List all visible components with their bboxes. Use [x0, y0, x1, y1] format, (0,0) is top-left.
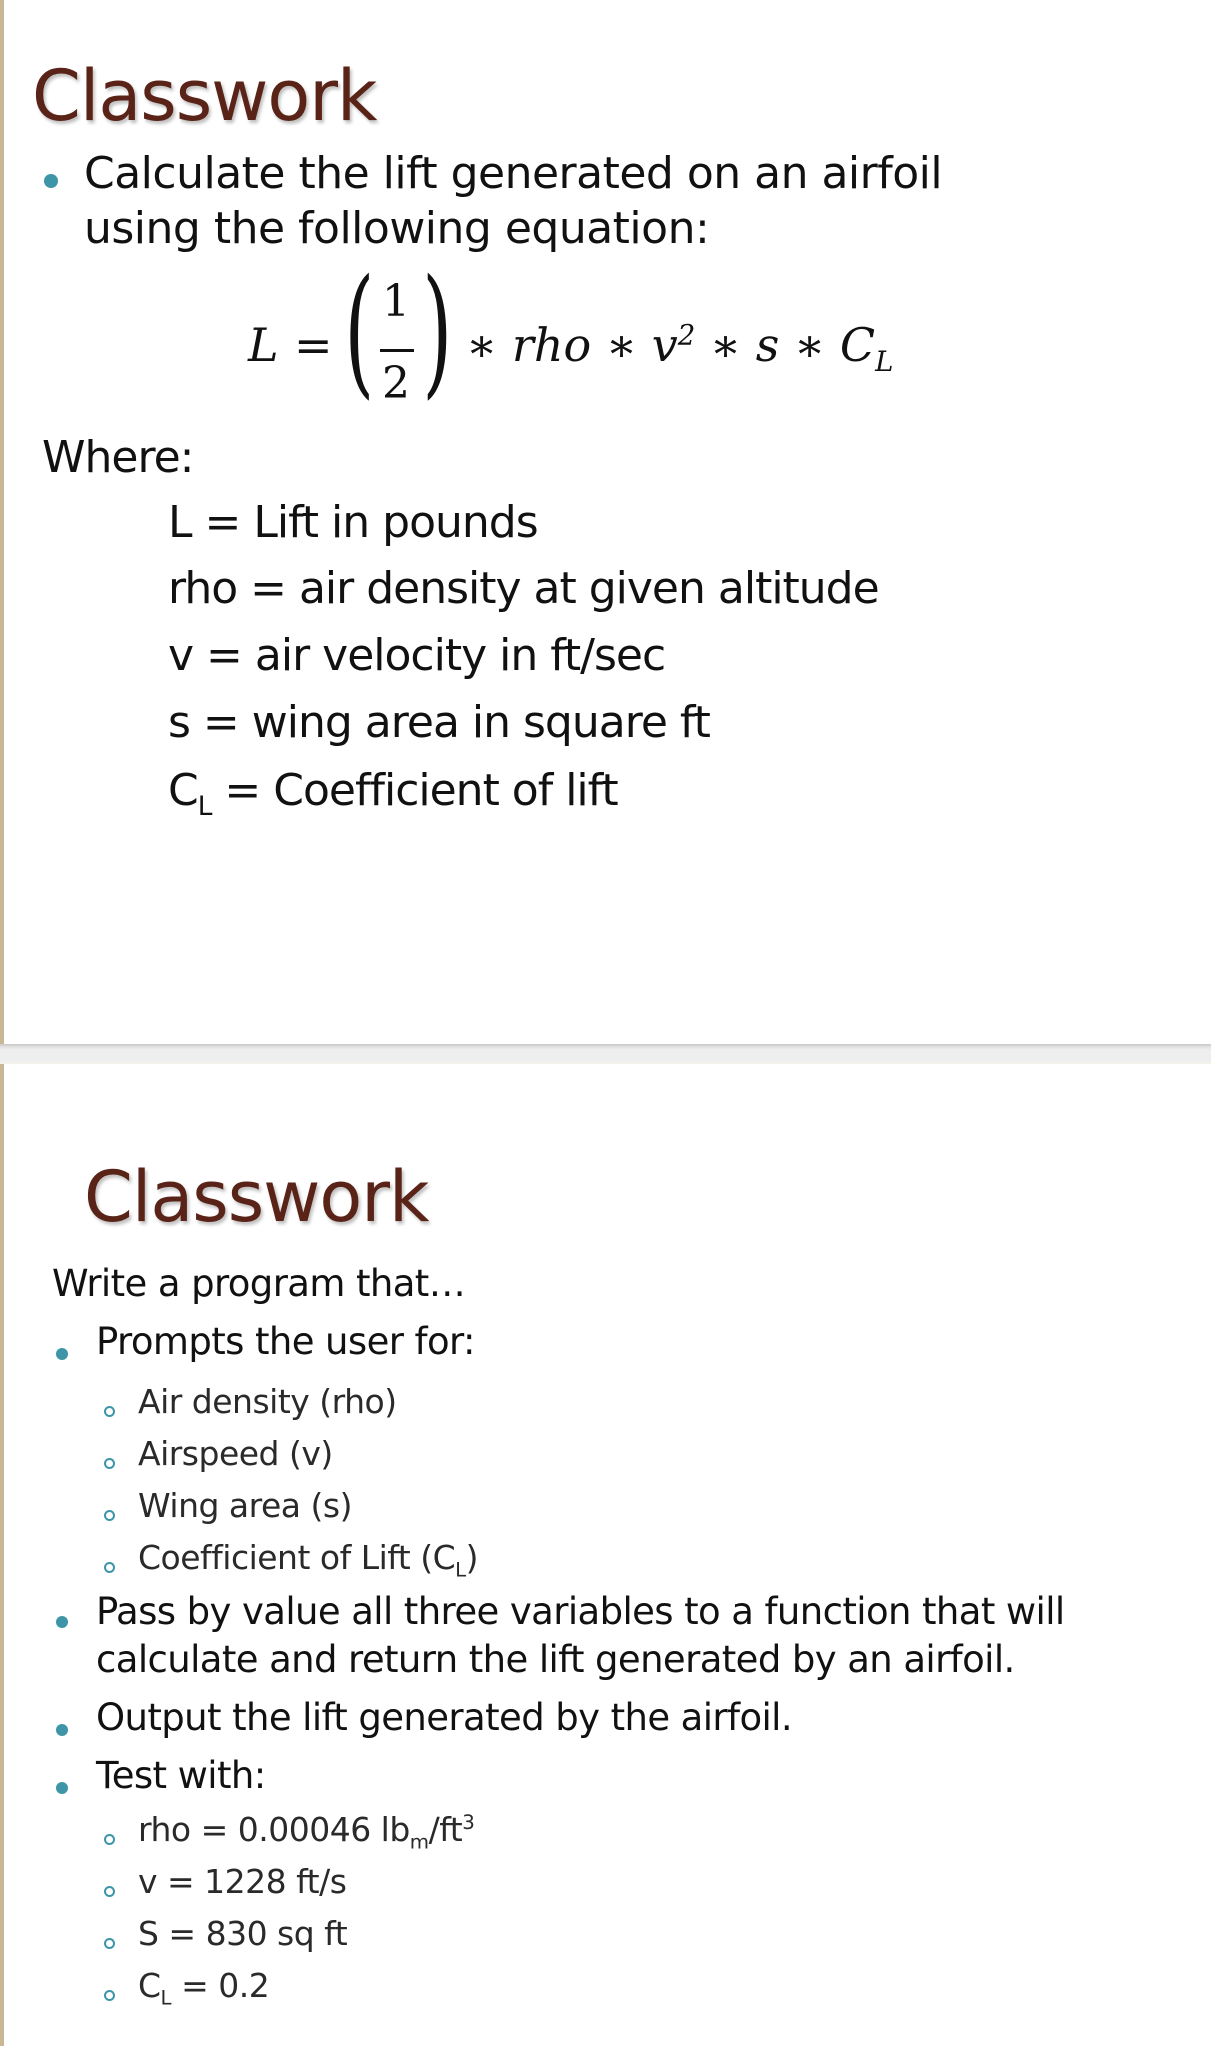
- definition-wing-area: s = wing area in square ft: [168, 697, 711, 748]
- bullet-text-line-1: Calculate the lift generated on an airfo…: [84, 148, 943, 199]
- equation-rhs: ∗ rho ∗ v2 ∗ s ∗ CL: [466, 318, 894, 379]
- sub-bullet-icon: [104, 1562, 115, 1573]
- bullet-icon: [56, 1616, 68, 1628]
- sub-bullet-icon: [104, 1886, 115, 1897]
- bullet-prompts: Prompts the user for:: [96, 1320, 475, 1363]
- fraction-bar: [380, 349, 414, 352]
- sub-bullet-icon: [104, 1938, 115, 1949]
- slide-2: Classwork Write a program that… Prompts …: [0, 1064, 1211, 2046]
- bullet-icon: [56, 1782, 68, 1794]
- left-paren: (: [344, 250, 375, 413]
- prompt-item: Airspeed (v): [138, 1434, 333, 1473]
- definition-rho: rho = air density at given altitude: [168, 563, 880, 614]
- definition-coefficient: CL = Coefficient of lift: [168, 765, 619, 822]
- slide-title: Classwork: [84, 1156, 430, 1238]
- prompt-item: Coefficient of Lift (CL): [138, 1538, 479, 1582]
- bullet-icon: [44, 174, 58, 188]
- test-value-rho: rho = 0.00046 lbm/ft3: [138, 1810, 475, 1854]
- bullet-test-with: Test with:: [96, 1754, 266, 1797]
- sub-bullet-icon: [104, 1458, 115, 1469]
- test-value-coefficient: CL = 0.2: [138, 1966, 270, 2010]
- bullet-text-line-2: using the following equation:: [84, 203, 710, 254]
- sub-bullet-icon: [104, 1990, 115, 2001]
- sub-bullet-icon: [104, 1510, 115, 1521]
- sub-bullet-icon: [104, 1834, 115, 1845]
- bullet-pass-by-value-line-2: calculate and return the lift generated …: [96, 1638, 1015, 1681]
- where-label: Where:: [42, 432, 194, 483]
- right-paren: ): [422, 250, 453, 413]
- test-value-velocity: v = 1228 ft/s: [138, 1862, 347, 1901]
- slide-separator: [0, 1044, 1211, 1064]
- prompt-item: Wing area (s): [138, 1486, 352, 1525]
- intro-text: Write a program that…: [52, 1262, 466, 1305]
- slide-title: Classwork: [32, 55, 378, 137]
- bullet-icon: [56, 1348, 68, 1360]
- prompt-item: Air density (rho): [138, 1382, 397, 1421]
- definition-velocity: v = air velocity in ft/sec: [168, 630, 666, 681]
- sub-bullet-icon: [104, 1406, 115, 1417]
- test-value-wing-area: S = 830 sq ft: [138, 1914, 348, 1953]
- bullet-pass-by-value-line-1: Pass by value all three variables to a f…: [96, 1590, 1065, 1633]
- definition-lift: L = Lift in pounds: [168, 497, 539, 548]
- fraction-numerator: 1: [382, 276, 410, 327]
- slide-1: Classwork Calculate the lift generated o…: [0, 0, 1211, 1044]
- equation-equals: =: [294, 318, 333, 372]
- bullet-icon: [56, 1724, 68, 1736]
- bullet-output: Output the lift generated by the airfoil…: [96, 1696, 793, 1739]
- equation-lhs: L: [248, 318, 279, 372]
- fraction-denominator: 2: [382, 358, 410, 409]
